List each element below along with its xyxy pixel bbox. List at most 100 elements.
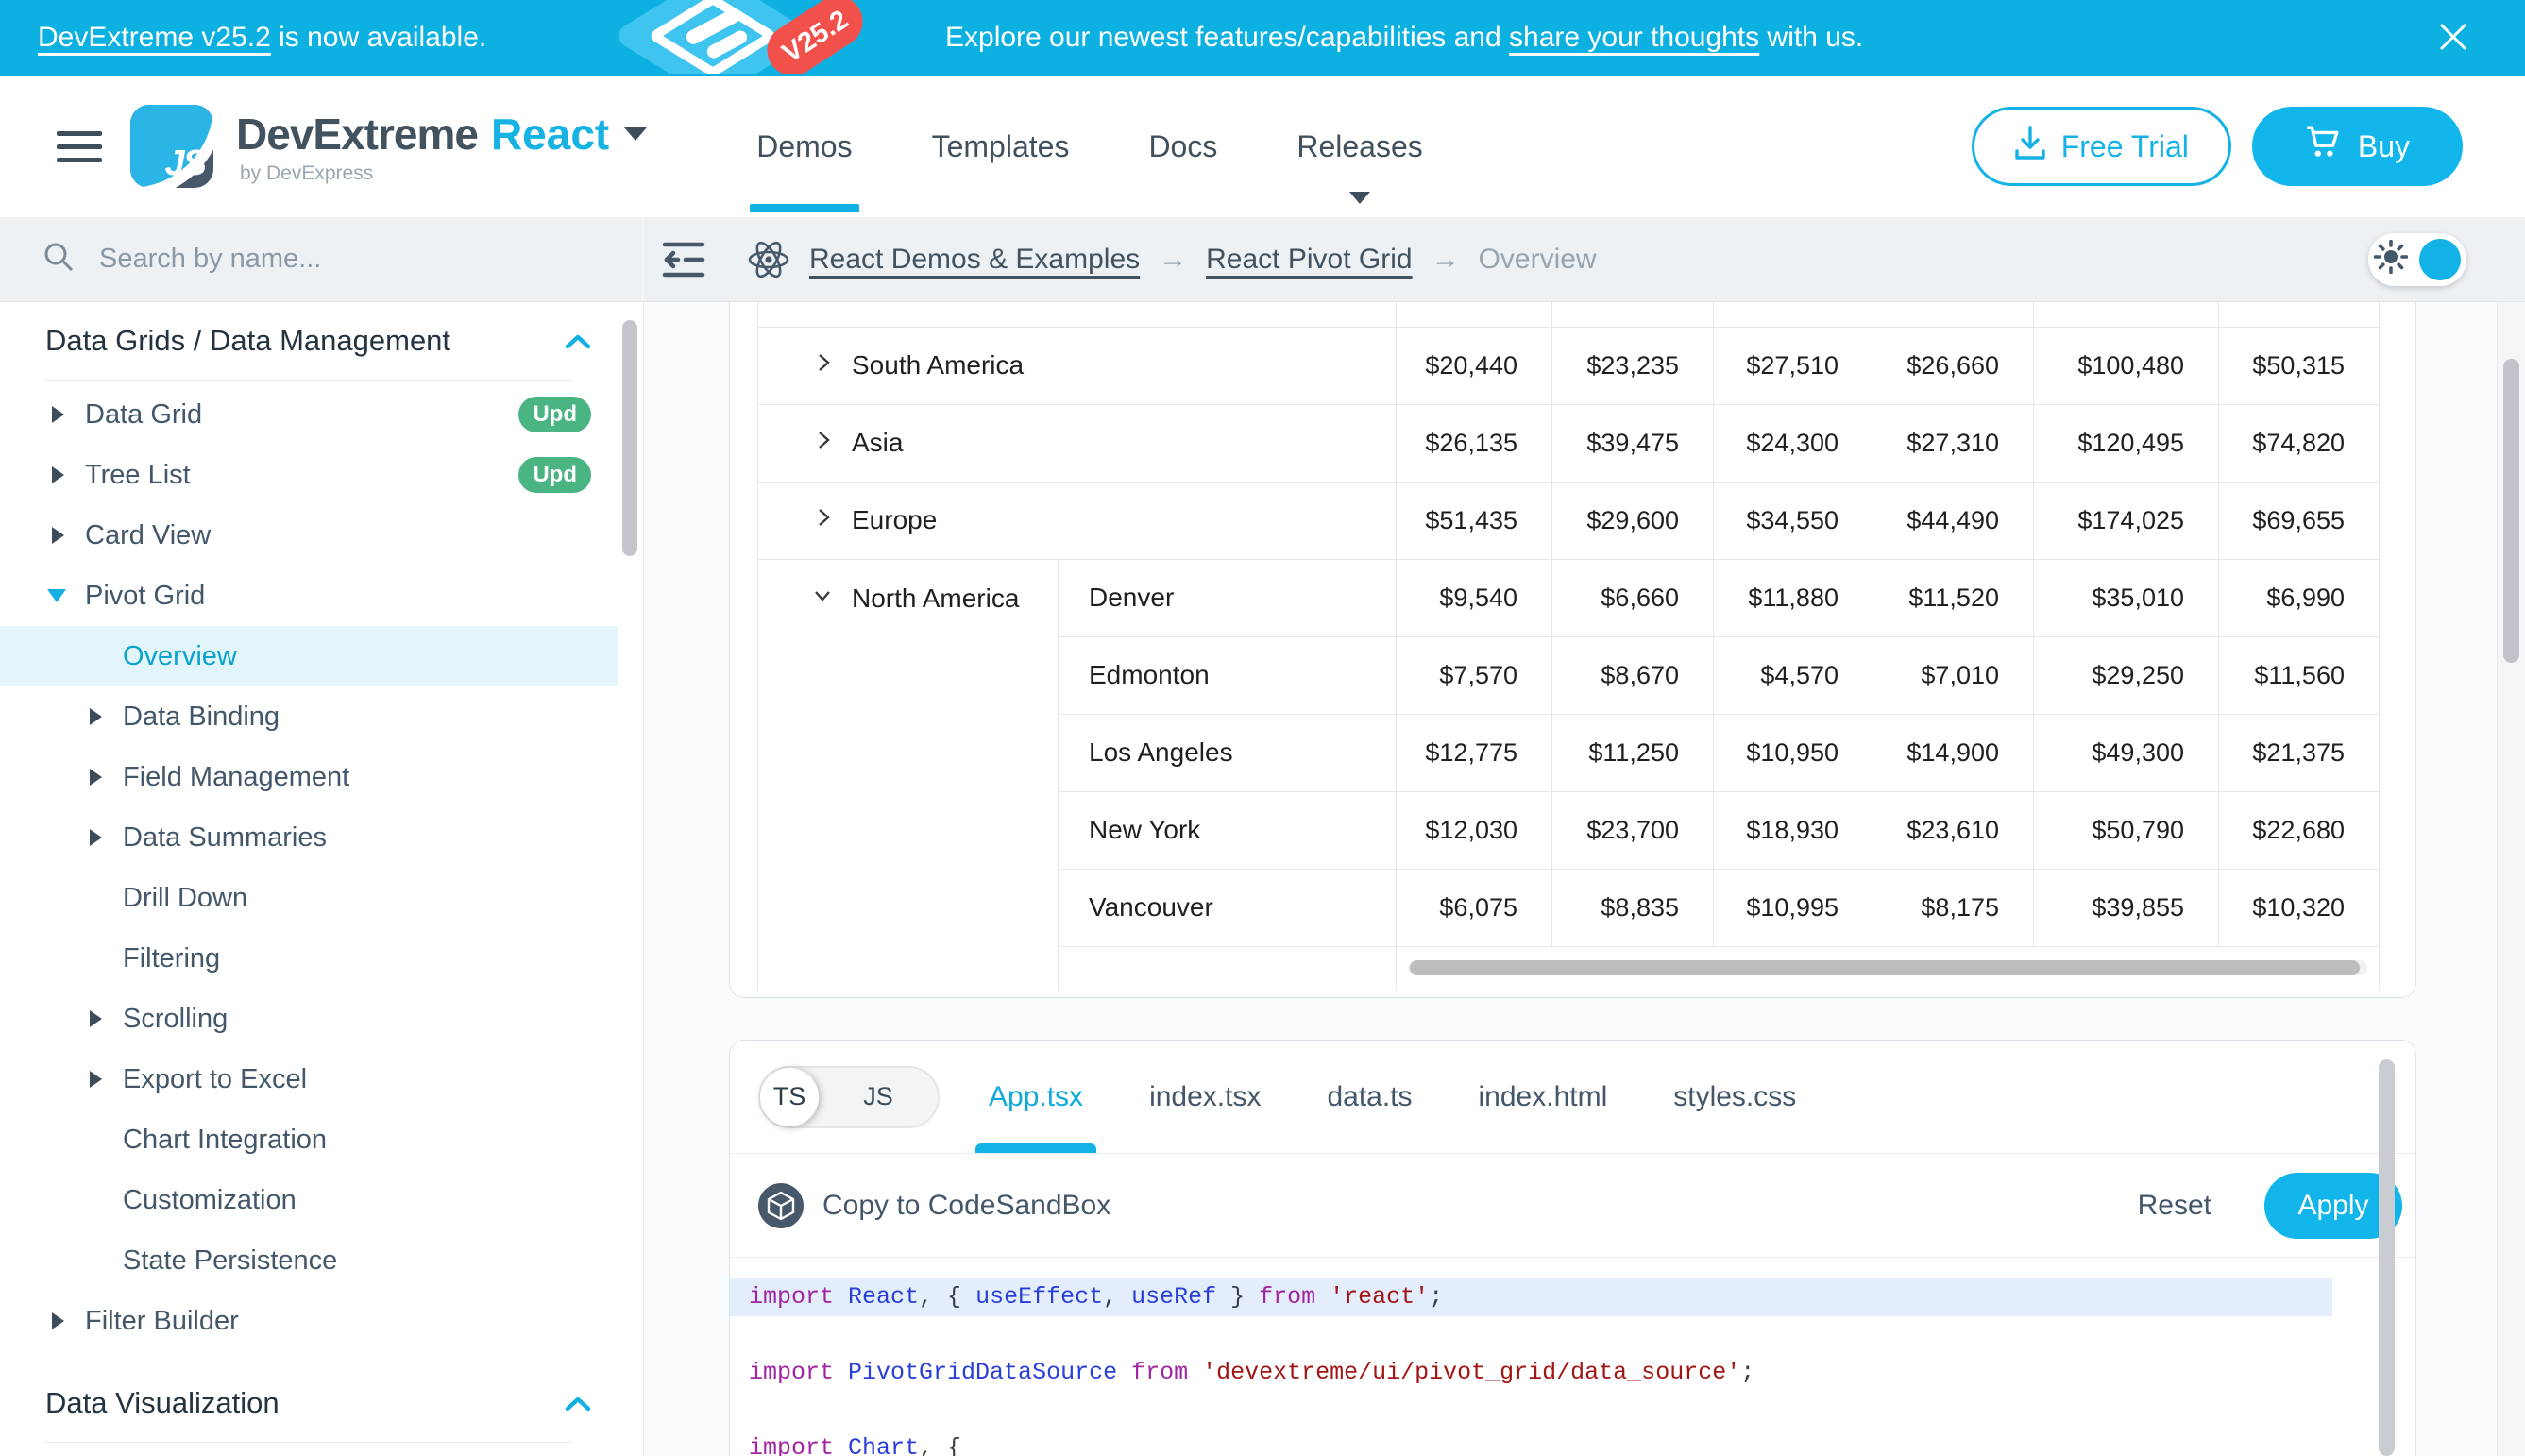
- sidebar-item-label: Data Binding: [123, 702, 280, 733]
- collapse-sidebar-icon[interactable]: [662, 241, 705, 279]
- sidebar-item-label: Data Grid: [85, 399, 202, 431]
- breadcrumb-react-pivot-grid[interactable]: React Pivot Grid: [1206, 244, 1412, 276]
- breadcrumb-react-demos-examples[interactable]: React Demos & Examples: [809, 244, 1140, 276]
- sidebar-item-field-management[interactable]: Field Management: [0, 747, 618, 807]
- toolbar: React Demos & Examples→React Pivot Grid→…: [0, 217, 2525, 302]
- triangle-right-icon[interactable]: [90, 829, 102, 846]
- pivot-cell: $23,610: [1873, 791, 2034, 869]
- sidebar-item-overview[interactable]: Overview: [0, 626, 618, 686]
- pivot-cell: $9,540: [1397, 559, 1552, 636]
- sidebar-item-state-persistence[interactable]: State Persistence: [0, 1230, 618, 1291]
- sidebar-section-data-grids-data-management[interactable]: Data Grids / Data Management: [0, 308, 618, 374]
- nav-item-docs[interactable]: Docs: [1148, 76, 1217, 217]
- pivot-city-header[interactable]: Edmonton: [1059, 636, 1397, 714]
- pivot-grid-demo-card: South America$20,440$23,235$27,510$26,66…: [729, 302, 2416, 998]
- sidebar-search: [0, 217, 643, 301]
- sidebar-item-label: Scrolling: [123, 1004, 228, 1035]
- code-scrollbar-thumb[interactable]: [2379, 1059, 2395, 1456]
- triangle-right-icon[interactable]: [90, 769, 102, 786]
- copy-to-codesandbox-link[interactable]: Copy to CodeSandBox: [822, 1190, 1110, 1222]
- pivot-city-header[interactable]: Vancouver: [1059, 869, 1397, 946]
- sidebar-item-chart-integration[interactable]: Chart Integration: [0, 1109, 618, 1170]
- triangle-right-icon[interactable]: [52, 406, 64, 423]
- sidebar-item-filtering[interactable]: Filtering: [0, 928, 618, 989]
- sidebar-section-title: Data Visualization: [45, 1386, 280, 1420]
- pivot-city-header[interactable]: Los Angeles: [1059, 714, 1397, 791]
- banner-release-link[interactable]: DevExtreme v25.2: [38, 22, 271, 53]
- pivot-region-header[interactable]: South America: [758, 327, 1397, 404]
- framework-selector[interactable]: React: [491, 109, 609, 160]
- language-option-js[interactable]: JS: [819, 1082, 938, 1111]
- theme-toggle[interactable]: [2368, 233, 2466, 286]
- pivot-cell: $100,480: [2034, 327, 2219, 404]
- language-option-ts[interactable]: TS: [760, 1068, 819, 1126]
- buy-button[interactable]: Buy: [2252, 107, 2463, 186]
- free-trial-button[interactable]: Free Trial: [1972, 107, 2231, 186]
- sidebar-item-drill-down[interactable]: Drill Down: [0, 868, 618, 928]
- share-thoughts-link[interactable]: share your thoughts: [1509, 22, 1759, 53]
- sidebar-item-label: Export to Excel: [123, 1064, 307, 1095]
- theme-toggle-knob[interactable]: [2419, 239, 2461, 280]
- triangle-right-icon[interactable]: [52, 1312, 64, 1329]
- pivot-row-clipped: [758, 302, 2380, 327]
- pivot-city-header[interactable]: Denver: [1059, 559, 1397, 636]
- sidebar-item-filter-builder[interactable]: Filter Builder: [0, 1291, 618, 1351]
- pivot-region-header[interactable]: Europe: [758, 482, 1397, 559]
- expand-chevron-right-icon[interactable]: [810, 428, 835, 459]
- sidebar-item-card-view[interactable]: Card View: [0, 505, 618, 566]
- pivot-cell: $10,320: [2219, 869, 2380, 946]
- pivot-city-header[interactable]: New York: [1059, 791, 1397, 869]
- sidebar-section-data-visualization[interactable]: Data Visualization: [0, 1370, 618, 1436]
- triangle-right-icon[interactable]: [90, 1071, 102, 1088]
- code-tab-index-html[interactable]: index.html: [1479, 1041, 1608, 1153]
- pivot-cell: $18,930: [1714, 791, 1873, 869]
- sidebar-item-data-summaries[interactable]: Data Summaries: [0, 807, 618, 868]
- devextreme-version-logo: V25.2: [571, 0, 883, 76]
- pivot-horizontal-scrollbar-thumb[interactable]: [1410, 960, 2360, 975]
- pivot-region-header[interactable]: Asia: [758, 404, 1397, 482]
- pivot-cell: $6,075: [1397, 869, 1552, 946]
- sidebar-item-tree-list[interactable]: Tree ListUpd: [0, 445, 618, 505]
- pivot-cell: $29,600: [1552, 482, 1714, 559]
- code-tab-data-ts[interactable]: data.ts: [1327, 1041, 1412, 1153]
- code-editor[interactable]: import React, { useEffect, useRef } from…: [730, 1258, 2415, 1456]
- triangle-down-icon[interactable]: [47, 589, 66, 602]
- expand-chevron-right-icon[interactable]: [810, 505, 835, 536]
- pivot-cell: $8,670: [1552, 636, 1714, 714]
- code-tab-app-tsx[interactable]: App.tsx: [989, 1041, 1083, 1153]
- sidebar-item-customization[interactable]: Customization: [0, 1170, 618, 1230]
- code-line: [730, 1392, 2415, 1430]
- page-scrollbar-thumb[interactable]: [2503, 359, 2519, 663]
- banner-close-button[interactable]: [2436, 21, 2470, 55]
- sidebar-item-export-to-excel[interactable]: Export to Excel: [0, 1049, 618, 1109]
- triangle-right-icon[interactable]: [52, 527, 64, 544]
- reset-button[interactable]: Reset: [2132, 1189, 2217, 1223]
- triangle-right-icon[interactable]: [52, 466, 64, 483]
- expand-chevron-right-icon[interactable]: [810, 350, 835, 381]
- nav-item-templates[interactable]: Templates: [932, 76, 1070, 217]
- chevron-down-icon[interactable]: [624, 127, 647, 141]
- sidebar-scrollbar-thumb[interactable]: [622, 320, 637, 556]
- code-tab-index-tsx[interactable]: index.tsx: [1149, 1041, 1261, 1153]
- sidebar-item-scrolling[interactable]: Scrolling: [0, 989, 618, 1049]
- code-tab-styles-css[interactable]: styles.css: [1673, 1041, 1796, 1153]
- devextreme-logo[interactable]: JS: [130, 105, 213, 188]
- sidebar-item-label: Field Management: [123, 762, 349, 793]
- hamburger-menu-icon[interactable]: [57, 131, 102, 162]
- pivot-cell: $27,510: [1714, 327, 1873, 404]
- triangle-right-icon[interactable]: [90, 708, 102, 725]
- sidebar-item-data-grid[interactable]: Data GridUpd: [0, 384, 618, 445]
- pivot-cell: $49,300: [2034, 714, 2219, 791]
- triangle-right-icon[interactable]: [90, 1010, 102, 1027]
- pivot-region-header[interactable]: North America: [758, 559, 1059, 990]
- close-icon: [2437, 42, 2469, 56]
- language-toggle[interactable]: TS JS: [758, 1066, 940, 1128]
- collapse-chevron-down-icon[interactable]: [810, 583, 835, 614]
- sidebar-item-pivot-grid[interactable]: Pivot Grid: [0, 566, 618, 626]
- nav-item-releases[interactable]: Releases: [1296, 76, 1422, 217]
- sidebar-item-data-binding[interactable]: Data Binding: [0, 686, 618, 747]
- pivot-cell: $35,010: [2034, 559, 2219, 636]
- nav-item-demos[interactable]: Demos: [756, 76, 852, 217]
- main-nav: Demos Templates Docs Releases: [756, 76, 1423, 217]
- search-input[interactable]: [97, 243, 517, 276]
